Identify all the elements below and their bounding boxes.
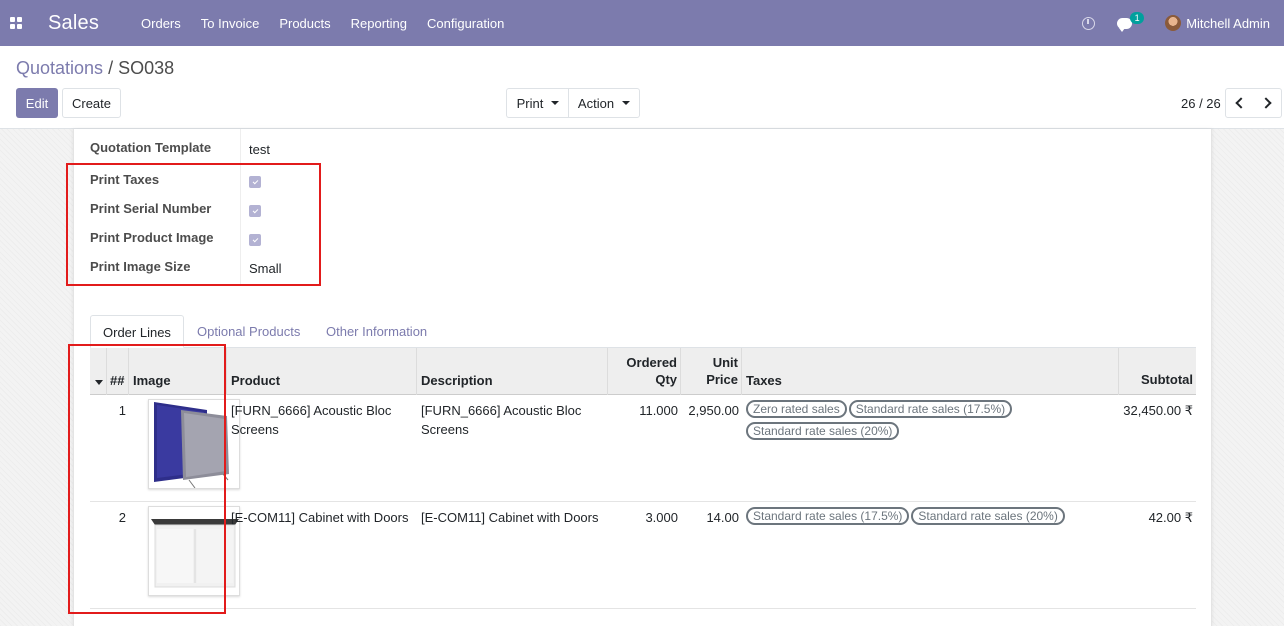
row-ordered-qty: 11.000 [639,403,678,418]
chevron-right-icon [1259,97,1272,109]
app-title[interactable]: Sales [48,12,99,35]
ordered-qty-header-line2: Qty [655,372,677,387]
create-button[interactable]: Create [62,88,121,118]
activity-clock-icon[interactable] [1082,16,1096,30]
ordered-qty-header-label: Ordered Qty [626,354,677,388]
tax-tag: Standard rate sales (20%) [911,507,1065,525]
row-unit-price: 2,950.00 [688,403,739,418]
unit-price-header-line1: Unit [712,355,738,370]
tab-other-information[interactable]: Other Information [326,315,427,348]
chat-badge: 1 [1130,12,1145,24]
column-header-unit-price[interactable]: Unit Price [681,348,742,395]
user-menu[interactable]: Mitchell Admin [1186,16,1270,31]
tax-tag: Zero rated sales [746,400,847,418]
highlight-box-print-options [66,163,321,286]
row-description: [FURN_6666] Acoustic Bloc Screens [421,403,582,437]
description-header-label: Description [421,373,493,388]
product-header-label: Product [231,373,281,388]
notebook-tabs: Order Lines Optional Products Other Info… [90,315,1196,348]
print-dropdown-button[interactable]: Print [506,88,569,118]
column-header-ordered-qty[interactable]: Ordered Qty [608,348,681,395]
menu-item-reporting[interactable]: Reporting [351,16,407,31]
chevron-left-icon [1235,97,1247,109]
unit-price-header-line2: Price [706,372,738,387]
row-subtotal: 42.00 ₹ [1148,510,1193,525]
row-taxes: Zero rated sales Standard rate sales (17.… [746,400,1116,444]
row-subtotal: 32,450.00 ₹ [1123,403,1193,418]
column-header-product[interactable]: Product [227,348,417,395]
row-ordered-qty: 3.000 [645,510,678,525]
row-taxes: Standard rate sales (17.5%) Standard rate… [746,507,1116,529]
menu-item-products[interactable]: Products [279,16,330,31]
column-header-taxes[interactable]: Taxes [742,348,1119,395]
action-dropdown-button[interactable]: Action [568,88,640,118]
order-lines-header: ## Image Product Description Ordered Qty … [90,348,1196,395]
breadcrumb-current: SO038 [118,58,175,78]
ordered-qty-header-line1: Ordered [626,355,677,370]
subtotal-header-label: Subtotal [1141,372,1193,387]
taxes-header-label: Taxes [746,373,782,388]
menu-item-orders[interactable]: Orders [141,16,181,31]
tax-tag: Standard rate sales (20%) [746,422,900,440]
quotation-template-label: Quotation Template [90,140,212,155]
tax-tag: Standard rate sales (17.5%) [848,400,1013,418]
breadcrumb: Quotations / SO038 [16,58,174,79]
print-label: Print [516,95,544,111]
navbar-systray: 1 Mitchell Admin [1082,0,1284,46]
tax-tag: Standard rate sales (17.5%) [746,507,910,525]
edit-button[interactable]: Edit [16,88,58,118]
table-row[interactable]: 1 [FURN_6666] Acoustic Bloc Screens [FUR… [90,395,1196,502]
table-row[interactable]: 2 [E-COM11] Cabinet with Doors [E-COM11]… [90,502,1196,609]
row-description: [E-COM11] Cabinet with Doors [421,510,599,525]
unit-price-header-label: Unit Price [706,354,738,388]
caret-down-icon [622,101,631,105]
row-unit-price: 14.00 [706,510,739,525]
user-avatar[interactable] [1165,15,1182,31]
pager-previous-button[interactable] [1225,88,1254,118]
apps-menu-icon[interactable] [10,16,23,30]
breadcrumb-quotations[interactable]: Quotations [16,58,103,78]
action-label: Action [577,95,615,111]
column-header-description[interactable]: Description [417,348,608,395]
breadcrumb-separator: / [108,58,114,78]
main-menu: Orders To Invoice Products Reporting Con… [141,16,524,31]
quotation-template-value: test [249,142,270,157]
caret-down-icon [551,101,560,105]
top-navbar: Sales Orders To Invoice Products Reporti… [0,0,1284,46]
highlight-box-serial-image [68,344,226,614]
column-header-subtotal[interactable]: Subtotal [1119,348,1196,395]
row-product: [FURN_6666] Acoustic Bloc Screens [231,403,392,437]
menu-item-to-invoice[interactable]: To Invoice [201,16,260,31]
messaging-menu[interactable]: 1 [1117,12,1145,32]
row-product: [E-COM11] Cabinet with Doors [231,510,409,525]
menu-item-configuration[interactable]: Configuration [427,16,504,31]
pager-value[interactable]: 26 / 26 [1181,96,1221,111]
pager-next-button[interactable] [1253,88,1282,118]
